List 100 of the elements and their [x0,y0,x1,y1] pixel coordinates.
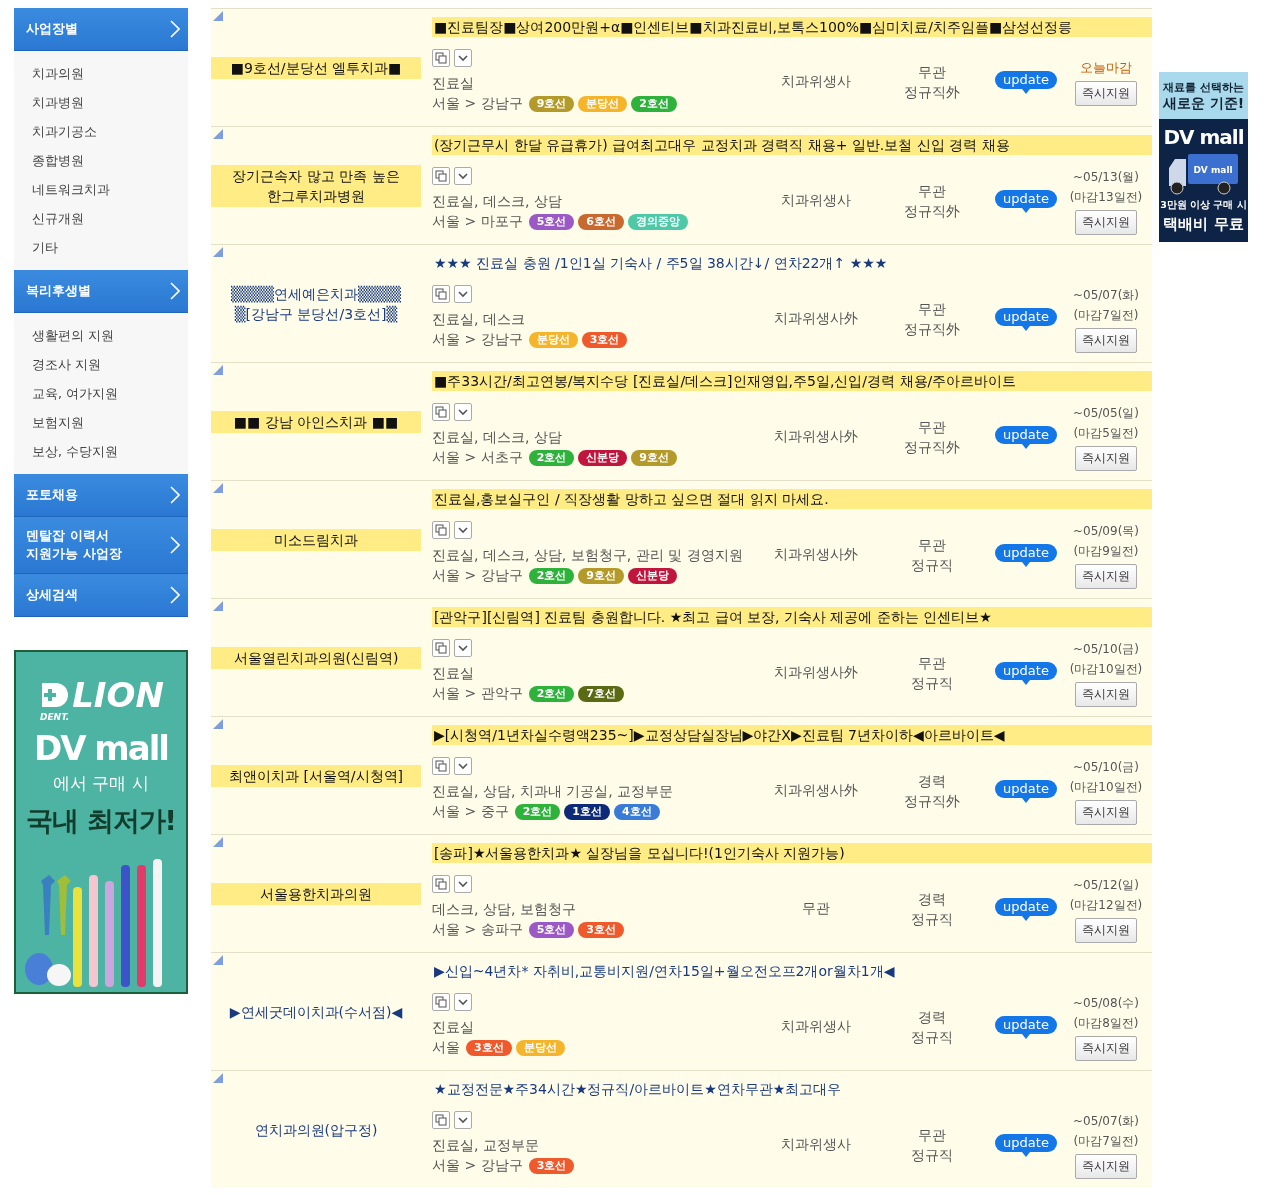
dropdown-button[interactable] [454,1111,472,1129]
clinic-name[interactable]: 장기근속자 많고 만족 높은 한그루치과병원 [211,164,421,207]
clinic-name[interactable]: 서울열린치과의원(신림역) [211,646,421,669]
menu-item[interactable]: 치과병원 [32,88,84,117]
menu-item[interactable]: 치과기공소 [32,117,97,146]
apply-button[interactable]: 즉시지원 [1075,918,1137,943]
job-title-link[interactable]: ▶신입~4년차* 자취비,교통비지원/연차15일+월오전오프2개or월차1개◀ [432,961,1152,981]
menu-item[interactable]: 생활편의 지원 [32,321,114,350]
job-title-link[interactable]: [관악구][신림역] 진료팀 충원합니다. ★최고 급여 보장, 기숙사 제공에 준하는 인센티브★ [432,607,1152,627]
copy-button[interactable] [432,639,450,657]
subway-line-badge: 7호선 [578,686,624,702]
job-title-link[interactable]: ■진료팀장■상여200만원+α■인센티브■치과진료비,보톡스100%■심미치료/치주임플■삼성선정릉 [432,17,1152,37]
copy-button[interactable] [432,521,450,539]
clinic-name[interactable]: ■■ 강남 아인스치과 ■■ [211,410,421,433]
clinic-name[interactable]: 서울용한치과의원 [211,882,421,905]
job-title-link[interactable]: 진료실,홍보실구인 / 직장생활 망하고 싶으면 절대 읽지 마세요. [432,489,1152,509]
section-header[interactable]: 포토채용 [14,474,188,517]
copy-button[interactable] [432,757,450,775]
copy-icon [435,524,447,536]
copy-button[interactable] [432,49,450,67]
days-remaining: (마감8일전) [1073,1015,1139,1032]
dropdown-button[interactable] [454,757,472,775]
corner-marker-icon [213,247,223,257]
clinic-name[interactable]: ▶연세굿데이치과(수서점)◀ [211,1000,421,1023]
subway-line-badge: 신분당 [627,568,677,584]
copy-button[interactable] [432,875,450,893]
dropdown-button[interactable] [454,49,472,67]
copy-button[interactable] [432,285,450,303]
ad-headline: 국내 최저가! [26,804,176,838]
job-title-link[interactable]: ★교정전문★주34시간★정규직/아르바이트★연차무관★최고대우 [432,1079,1152,1099]
copy-icon [435,760,447,772]
employment-text: 무관 [918,654,946,673]
clinic-name[interactable]: 미소드림치과 [211,528,421,551]
subway-line-badge: 5호선 [528,214,575,230]
days-remaining: (마감5일전) [1073,425,1139,442]
employment-text: 정규직外 [904,792,960,811]
corner-marker-icon [213,129,223,139]
profession-text: 치과위생사 [781,192,851,210]
job-title-link[interactable]: [송파]★서울용한치과★ 실장님을 모십니다!(1인기숙사 지원가능) [432,843,1152,863]
profession-text: 치과위생사外 [774,782,858,800]
employment-text: 정규직外 [904,202,960,221]
copy-button[interactable] [432,403,450,421]
deadline-date: ~05/07(화) [1073,287,1139,304]
job-title-link[interactable]: ■주33시간/최고연봉/복지수당 [진료실/데스크]인재영입,주5일,신입/경력 채용/주아르바이트 [432,371,1152,391]
apply-button[interactable]: 즉시지원 [1075,1036,1137,1061]
apply-button[interactable]: 즉시지원 [1075,210,1137,235]
profession-text: 치과위생사外 [774,310,858,328]
location-text: 서울 > 관악구 [432,685,523,703]
clinic-name[interactable]: ■9호선/분당선 엘투치과■ [211,56,421,79]
section-header[interactable]: 상세검색 [14,574,188,617]
subway-line-badge: 3호선 [578,922,624,938]
apply-button[interactable]: 즉시지원 [1075,1154,1137,1179]
profession-text: 무관 [802,900,830,918]
apply-button[interactable]: 즉시지원 [1075,328,1137,353]
dropdown-button[interactable] [454,875,472,893]
dropdown-button[interactable] [454,521,472,539]
dropdown-button[interactable] [454,639,472,657]
apply-button[interactable]: 즉시지원 [1075,446,1137,471]
menu-item[interactable]: 경조사 지원 [32,350,101,379]
ad-banner[interactable]: LION DENT. DV mall 에서 구매 시 국내 최저가! [14,650,188,994]
mall-name: DV mall [33,728,169,768]
clinic-name[interactable]: 연치과의원(압구정) [211,1118,421,1141]
chevron-down-icon [457,406,469,418]
deadline-date: ~05/05(일) [1073,405,1139,422]
job-title-link[interactable]: ★★★ 진료실 충원 /1인1실 기숙사 / 주5일 38시간↓/ 연차22개↑ ★★★ [432,253,1152,273]
section-header[interactable]: 사업장별 [14,8,188,51]
chevron-icon [170,586,180,604]
clinic-name[interactable]: ▒▒▒▒연세예은치과▒▒▒▒ ▒[강남구 분당선/3호선]▒ [211,282,421,325]
menu-item[interactable]: 보상, 수당지원 [32,437,118,466]
menu-item[interactable]: 교육, 여가지원 [32,379,118,408]
profession-text: 치과위생사 [781,1136,851,1154]
job-duties: 진료실 [432,1018,474,1037]
dropdown-button[interactable] [454,167,472,185]
menu-item[interactable]: 종합병원 [32,146,84,175]
dropdown-button[interactable] [454,285,472,303]
job-title-link[interactable]: (장기근무시 한달 유급휴가) 급여최고대우 교정치과 경력직 채용+ 일반.보철 신입 경력 채용 [432,135,1152,155]
copy-button[interactable] [432,993,450,1011]
menu-item[interactable]: 네트워크치과 [32,175,110,204]
menu-item[interactable]: 치과의원 [32,59,84,88]
clinic-name[interactable]: 최앤이치과 [서울역/시청역] [211,764,421,787]
subway-line-badge: 2호선 [528,686,575,702]
dropdown-button[interactable] [454,993,472,1011]
copy-button[interactable] [432,1111,450,1129]
menu-item[interactable]: 보험지원 [32,408,84,437]
apply-button[interactable]: 즉시지원 [1075,800,1137,825]
apply-button[interactable]: 즉시지원 [1075,81,1137,106]
job-title-link[interactable]: ▶[시청역/1년차실수령액235~]▶교정상담실장님▶야간X▶진료팀 7년차이하◀아르바이트◀ [432,725,1152,745]
section-header[interactable]: 덴탈잡 이력서 지원가능 사업장 [14,517,188,574]
copy-icon [435,406,447,418]
copy-icon [435,996,447,1008]
apply-button[interactable]: 즉시지원 [1075,564,1137,589]
apply-button[interactable]: 즉시지원 [1075,682,1137,707]
subway-line-badge: 2호선 [631,96,677,112]
menu-item[interactable]: 기타 [32,233,58,262]
section-header[interactable]: 복리후생별 [14,270,188,313]
copy-button[interactable] [432,167,450,185]
deadline-date: ~05/10(금) [1073,641,1139,658]
chevron-down-icon [457,996,469,1008]
dropdown-button[interactable] [454,403,472,421]
menu-item[interactable]: 신규개원 [32,204,84,233]
